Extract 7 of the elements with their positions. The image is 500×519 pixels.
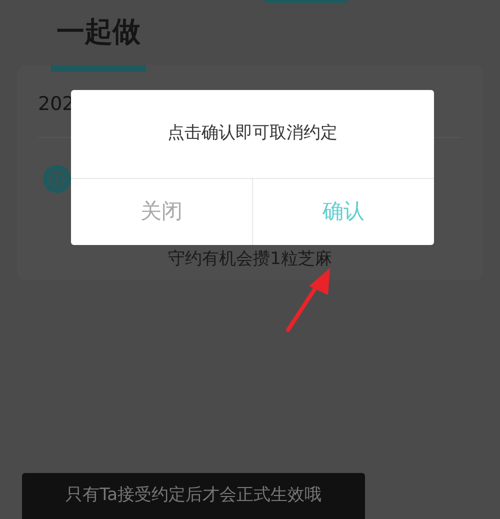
close-button[interactable]: 关闭 bbox=[71, 179, 252, 245]
toast-text: 只有Ta接受约定后才会正式生效哦 bbox=[66, 484, 322, 508]
confirm-button[interactable]: 确认 bbox=[252, 179, 434, 245]
dialog-message: 点击确认即可取消约定 bbox=[166, 122, 338, 146]
date-text: 202 bbox=[38, 92, 74, 117]
clock-icon bbox=[43, 165, 71, 193]
pointer-arrow bbox=[286, 268, 330, 332]
